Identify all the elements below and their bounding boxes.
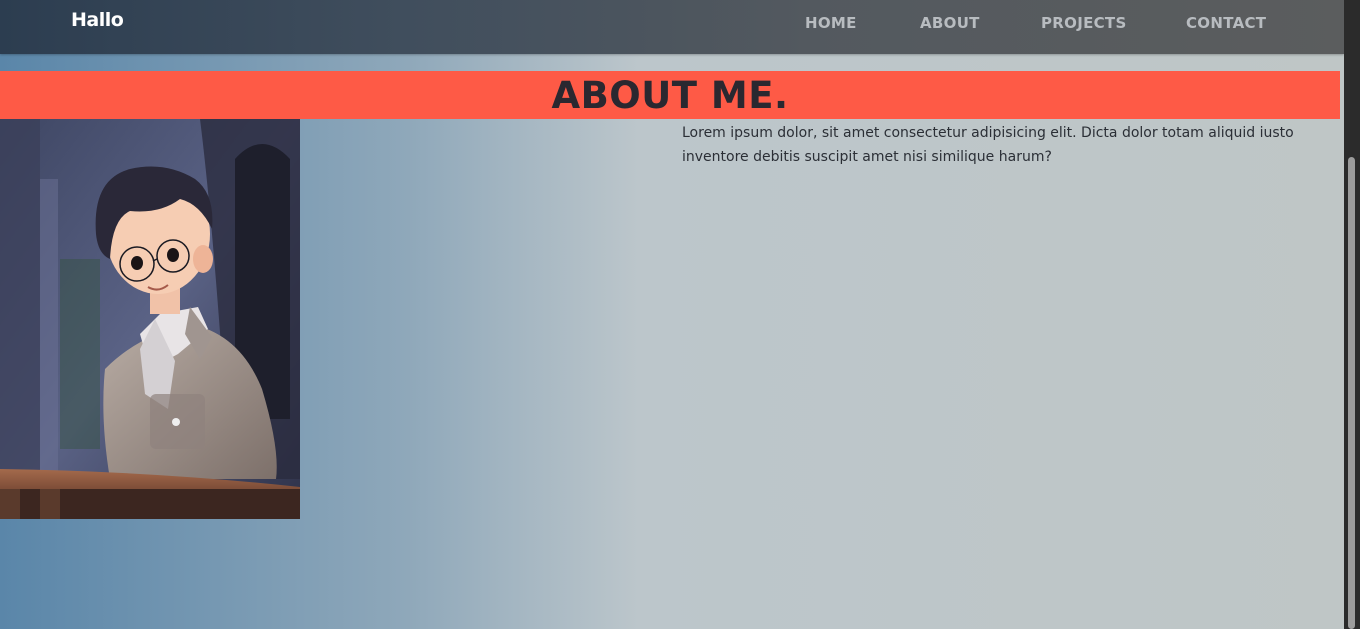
brand-logo[interactable]: Hallo — [71, 9, 124, 31]
about-title: ABOUT ME. — [551, 74, 789, 117]
nav-link-about[interactable]: ABOUT — [920, 14, 980, 32]
about-banner: ABOUT ME. — [0, 71, 1340, 119]
page-scrollbar[interactable] — [1344, 0, 1360, 629]
profile-photo — [0, 119, 300, 519]
nav-link-contact[interactable]: CONTACT — [1186, 14, 1266, 32]
profile-illustration — [0, 119, 300, 519]
nav-link-home[interactable]: HOME — [805, 14, 857, 32]
scrollbar-thumb[interactable] — [1348, 157, 1355, 629]
about-description: Lorem ipsum dolor, sit amet consectetur … — [682, 125, 1294, 165]
top-navbar: Hallo HOME ABOUT PROJECTS CONTACT — [0, 0, 1344, 54]
nav-link-projects[interactable]: PROJECTS — [1041, 14, 1127, 32]
